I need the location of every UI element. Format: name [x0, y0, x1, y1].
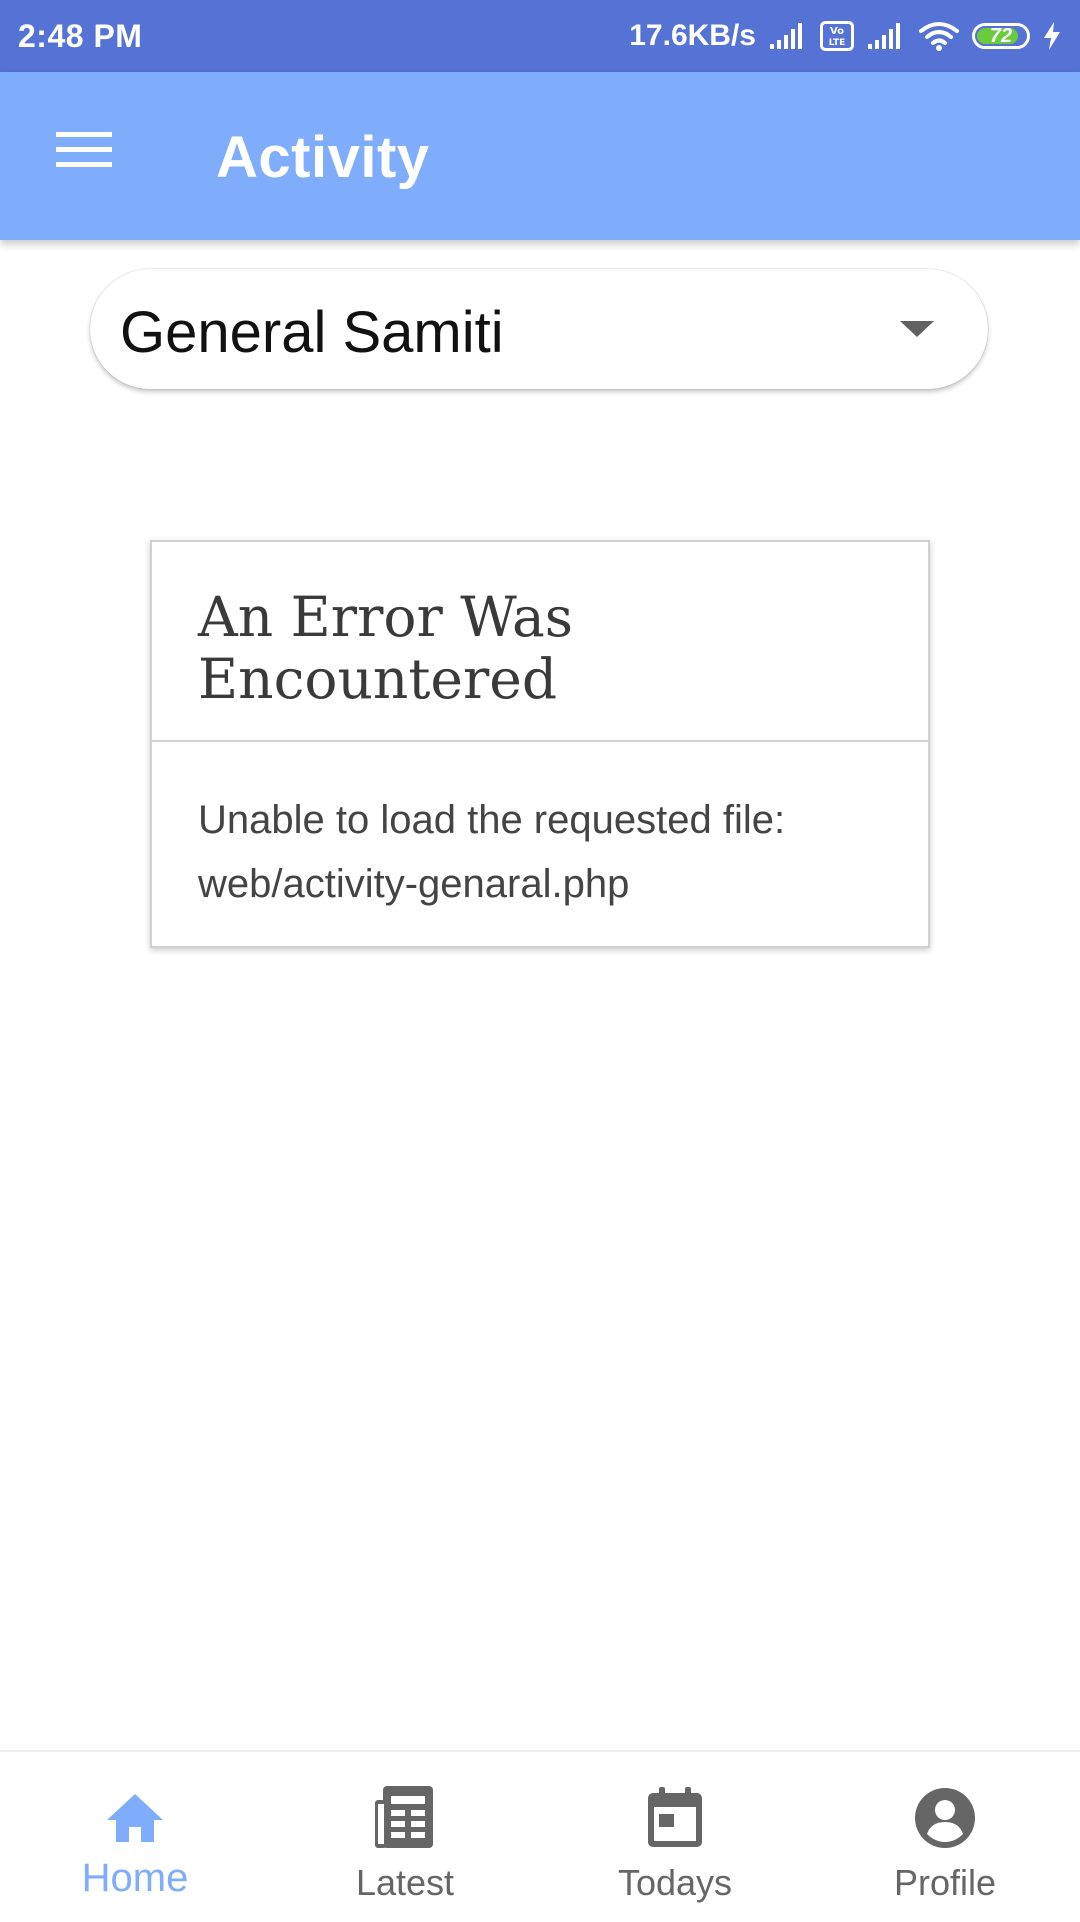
status-bar: 2:48 PM 17.6KB/s Vo LTE 72: [0, 0, 1080, 72]
menu-button[interactable]: [44, 122, 124, 182]
nav-label-home: Home: [81, 1856, 189, 1900]
home-icon: [103, 1782, 167, 1854]
battery-icon: 72: [972, 23, 1030, 49]
menu-icon: [56, 130, 112, 175]
network-speed: 17.6KB/s: [629, 19, 756, 52]
nav-label-latest: Latest: [355, 1862, 455, 1903]
wifi-icon: [918, 20, 960, 52]
bottom-navigation: Home Latest Todays Profile: [0, 1750, 1080, 1922]
nav-label-profile: Profile: [893, 1862, 997, 1903]
nav-item-profile[interactable]: Profile: [810, 1752, 1080, 1922]
status-icons: 17.6KB/s Vo LTE 72: [629, 19, 1062, 53]
error-message: Unable to load the requested file: web/a…: [198, 788, 878, 916]
chevron-down-icon: [900, 321, 934, 337]
error-file-path: web/activity-genaral.php: [198, 862, 630, 906]
calendar-icon: [645, 1782, 705, 1854]
nav-item-latest[interactable]: Latest: [270, 1752, 540, 1922]
newspaper-icon: [373, 1782, 437, 1854]
error-title: An Error Was Encountered: [198, 585, 574, 711]
category-dropdown[interactable]: General Samiti: [90, 269, 988, 389]
page-title: Activity: [216, 125, 430, 190]
signal-icon: [866, 22, 906, 50]
battery-level: 72: [989, 24, 1013, 47]
volte-icon: Vo LTE: [820, 21, 854, 51]
account-icon: [913, 1782, 977, 1854]
svg-text:Vo: Vo: [830, 26, 844, 37]
app-bar: Activity: [0, 72, 1080, 240]
nav-label-todays: Todays: [617, 1862, 733, 1903]
error-header: An Error Was Encountered: [152, 542, 928, 742]
dropdown-selected-value: General Samiti: [120, 300, 504, 365]
signal-icon: [768, 22, 808, 50]
svg-text:LTE: LTE: [829, 38, 846, 48]
error-message-line: Unable to load the requested file:: [198, 798, 786, 842]
error-card: An Error Was Encountered Unable to load …: [150, 540, 930, 948]
nav-item-home[interactable]: Home: [0, 1752, 270, 1922]
status-time: 2:48 PM: [18, 17, 143, 54]
nav-item-todays[interactable]: Todays: [540, 1752, 810, 1922]
charging-icon: [1042, 21, 1062, 51]
